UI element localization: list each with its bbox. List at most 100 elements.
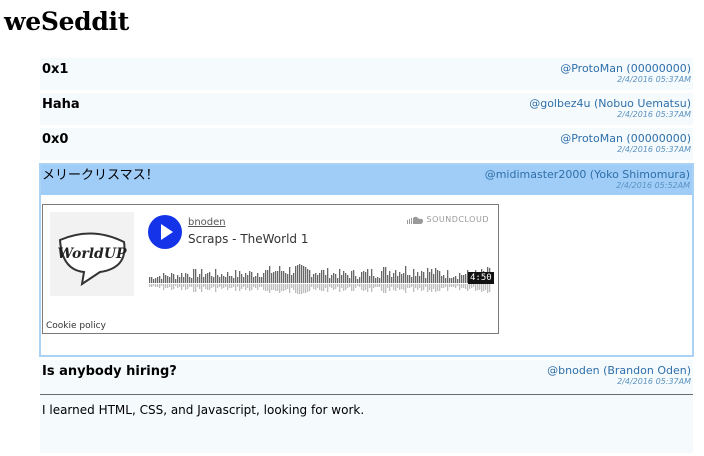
- waveform-bar: [265, 270, 267, 283]
- track-duration: 4:50: [468, 272, 494, 284]
- post-title[interactable]: Haha: [42, 97, 80, 113]
- author-link[interactable]: @bnoden (Brandon Oden): [547, 364, 691, 377]
- post-item[interactable]: 0x0 @ProtoMan (00000000) 2/4/2016 05:37A…: [40, 128, 693, 160]
- waveform-reflection: [243, 284, 245, 287]
- waveform-bar: [271, 273, 273, 283]
- waveform-bar: [313, 274, 315, 283]
- waveform-bar: [275, 271, 277, 283]
- post-meta: @ProtoMan (00000000) 2/4/2016 05:37AM: [560, 62, 691, 85]
- post-title[interactable]: 0x0: [42, 132, 68, 148]
- waveform-reflection: [185, 284, 187, 290]
- waveform-bar: [407, 275, 409, 283]
- waveform-reflection: [325, 284, 327, 288]
- play-button[interactable]: [148, 215, 182, 249]
- waveform-reflection: [457, 284, 459, 286]
- waveform-reflection: [289, 284, 291, 293]
- waveform-bar: [367, 269, 369, 283]
- waveform-bar: [211, 276, 213, 283]
- waveform-bar: [163, 273, 165, 283]
- waveform-reflection: [397, 284, 399, 288]
- waveform-bar: [463, 275, 465, 283]
- waveform-bar: [391, 277, 393, 283]
- post-item[interactable]: Is anybody hiring? @bnoden (Brandon Oden…: [40, 360, 693, 453]
- waveform-bar: [315, 273, 317, 283]
- post-item-selected[interactable]: メリークリスマス！ @midimaster2000 (Yoko Shimomur…: [39, 163, 694, 357]
- post-header: Haha @golbez4u (Nobuo Uematsu) 2/4/2016 …: [40, 93, 693, 125]
- waveform-bar: [255, 276, 257, 283]
- waveform-bar: [373, 276, 375, 283]
- waveform-reflection: [281, 284, 283, 291]
- post-header: 0x0 @ProtoMan (00000000) 2/4/2016 05:37A…: [40, 128, 693, 160]
- waveform-bar: [179, 277, 181, 283]
- waveform-bar: [459, 273, 461, 283]
- waveform-bar: [361, 272, 363, 283]
- waveform-bar: [339, 269, 341, 283]
- waveform-reflection: [169, 284, 171, 287]
- waveform-bar: [299, 264, 301, 283]
- waveform-reflection: [211, 284, 213, 288]
- soundcloud-brand[interactable]: SOUNDCLOUD: [406, 215, 489, 224]
- waveform-bar: [181, 273, 183, 283]
- waveform-reflection: [401, 284, 403, 289]
- author-link[interactable]: @midimaster2000 (Yoko Shimomura): [485, 168, 690, 181]
- waveform-reflection: [371, 284, 373, 292]
- waveform-bar: [185, 273, 187, 283]
- waveform-bar: [439, 271, 441, 283]
- waveform-bar: [429, 272, 431, 283]
- post-item[interactable]: 0x1 @ProtoMan (00000000) 2/4/2016 05:37A…: [40, 58, 693, 90]
- waveform-reflection: [487, 284, 489, 293]
- waveform-bar: [331, 275, 333, 283]
- waveform-bar: [303, 266, 305, 283]
- waveform-reflection: [471, 284, 473, 288]
- waveform-bar: [245, 273, 247, 283]
- track-artwork[interactable]: WorldUP: [50, 212, 134, 296]
- author-link[interactable]: @ProtoMan (00000000): [560, 62, 691, 75]
- waveform-bar: [401, 274, 403, 283]
- waveform-reflection: [365, 284, 367, 290]
- waveform-reflection: [353, 284, 355, 291]
- cookie-policy-link[interactable]: Cookie policy: [46, 321, 106, 331]
- waveform-bar: [301, 265, 303, 283]
- post-title[interactable]: Is anybody hiring?: [42, 364, 177, 380]
- waveform-bar: [251, 272, 253, 283]
- waveform-reflection: [279, 284, 281, 293]
- waveform-bar: [435, 268, 437, 283]
- waveform-bar: [289, 267, 291, 283]
- waveform-reflection: [439, 284, 441, 291]
- waveform-reflection: [167, 284, 169, 288]
- waveform-reflection: [299, 284, 301, 294]
- waveform-reflection: [399, 284, 401, 290]
- track-title[interactable]: Scraps - TheWorld 1: [188, 232, 309, 246]
- waveform-reflection: [341, 284, 343, 288]
- waveform-bar: [239, 271, 241, 283]
- waveform-reflection: [201, 284, 203, 292]
- waveform-reflection: [363, 284, 365, 291]
- waveform-reflection: [155, 284, 157, 287]
- waveform-bar: [149, 277, 151, 283]
- waveform-bar: [389, 271, 391, 283]
- waveform-bar: [387, 275, 389, 283]
- waveform-reflection: [153, 284, 155, 286]
- waveform-reflection: [231, 284, 233, 288]
- waveform-bar: [433, 274, 435, 283]
- waveform-bar: [267, 270, 269, 283]
- post-item[interactable]: Haha @golbez4u (Nobuo Uematsu) 2/4/2016 …: [40, 93, 693, 125]
- author-link[interactable]: @ProtoMan (00000000): [560, 132, 691, 145]
- waveform-bar: [279, 266, 281, 283]
- soundcloud-label: SOUNDCLOUD: [426, 215, 489, 224]
- waveform-bar: [223, 276, 225, 283]
- waveform-bar: [259, 277, 261, 283]
- author-link[interactable]: @golbez4u (Nobuo Uematsu): [529, 97, 691, 110]
- waveform-reflection: [285, 284, 287, 290]
- waveform-bar: [451, 278, 453, 283]
- track-artist-link[interactable]: bnoden: [188, 217, 226, 228]
- post-title[interactable]: メリークリスマス！: [42, 168, 159, 184]
- waveform-bar: [167, 276, 169, 283]
- waveform-reflection: [213, 284, 215, 287]
- waveform-bar: [381, 271, 383, 283]
- waveform-bar: [379, 278, 381, 283]
- post-title[interactable]: 0x1: [42, 62, 68, 78]
- waveform-reflection: [335, 284, 337, 289]
- waveform-reflection: [345, 284, 347, 290]
- waveform[interactable]: [149, 263, 491, 297]
